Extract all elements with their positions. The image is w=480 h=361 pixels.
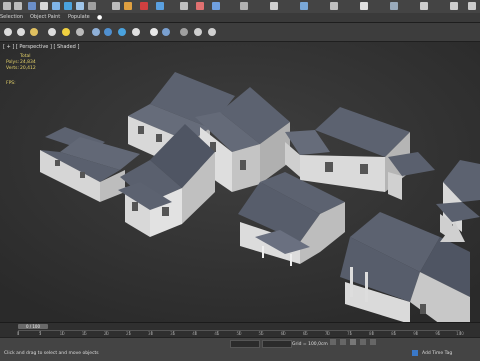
timeline-tick-label: 50 [236, 331, 242, 336]
render-frame-icon[interactable] [300, 2, 308, 10]
main-toolbar [0, 0, 480, 14]
play-icon[interactable] [350, 339, 356, 345]
timeline-tick-label: 85 [391, 331, 397, 336]
graph-editor-icon[interactable] [196, 2, 204, 10]
timeline-tick-label: 45 [214, 331, 220, 336]
timeline-tick-label: 90 [413, 331, 419, 336]
teapot-icon[interactable] [360, 2, 368, 10]
timeline-tick-label: 100 [456, 331, 464, 336]
go-to-start-icon[interactable] [330, 339, 336, 345]
next-frame-icon[interactable] [360, 339, 366, 345]
grid-icon[interactable] [132, 28, 140, 36]
select-object-icon[interactable] [40, 2, 48, 10]
toolbar-icon[interactable] [468, 2, 476, 10]
toolbar-icon[interactable] [450, 2, 458, 10]
fps-label: FPS: [6, 81, 16, 86]
hierarchy-icon[interactable] [30, 28, 38, 36]
time-slider[interactable]: 0 / 100 [18, 324, 48, 329]
render-icon[interactable] [330, 2, 338, 10]
light-icon[interactable] [62, 28, 70, 36]
timeline[interactable]: 0 / 100 0 5 10 15 20 25 30 35 40 45 50 55 60 65 70 75 80… [0, 322, 480, 337]
rotate-icon[interactable] [76, 2, 84, 10]
layer-icon[interactable] [180, 2, 188, 10]
camera-icon[interactable] [76, 28, 84, 36]
align-icon[interactable] [156, 2, 164, 10]
viewport-label[interactable]: [ + ] [ Perspective ] [ Shaded ] [3, 44, 79, 50]
create-icon[interactable] [4, 28, 12, 36]
viewport-option-icon[interactable] [208, 28, 216, 36]
snap-icon[interactable] [112, 2, 120, 10]
redo-icon[interactable] [14, 2, 22, 10]
verts-label: Verts: [6, 66, 19, 71]
ribbon-options-icon[interactable]: ● [97, 13, 102, 22]
render-setup-icon[interactable] [270, 2, 278, 10]
timeline-track[interactable]: 0 5 10 15 20 25 30 35 40 45 50 55 60 65 70 75 80 85 90 95 10… [16, 330, 464, 337]
status-bar: Grid = 100,0cm Click and drag to select … [0, 337, 480, 361]
move-icon[interactable] [64, 2, 72, 10]
timeline-tick-label: 25 [125, 331, 132, 336]
go-to-end-icon[interactable] [370, 339, 376, 345]
viewport-toolbar [0, 23, 480, 42]
timeline-tick-label: 10 [59, 331, 65, 336]
tab-populate[interactable]: Populate [68, 13, 90, 22]
tab-selection[interactable]: Selection [0, 13, 23, 22]
system-icon[interactable] [118, 28, 126, 36]
tab-object-paint[interactable]: Object Paint [30, 13, 60, 22]
select-link-icon[interactable] [28, 2, 36, 10]
material-editor-icon[interactable] [212, 2, 220, 10]
timeline-tick-label: 75 [346, 331, 353, 336]
arnold-icon[interactable] [390, 2, 398, 10]
display-icon[interactable] [150, 28, 158, 36]
timeline-tick-label: 40 [192, 331, 198, 336]
perspective-viewport[interactable]: [ + ] [ Perspective ] [ Shaded ] Total P… [0, 42, 480, 322]
angle-snap-icon[interactable] [124, 2, 132, 10]
verts-value: 20,412 [20, 66, 36, 71]
time-tag-icon[interactable] [412, 350, 418, 356]
timeline-tick-label: 30 [148, 331, 154, 336]
mirror-icon[interactable] [140, 2, 148, 10]
undo-icon[interactable] [3, 2, 11, 10]
y-coordinate-field[interactable] [262, 340, 292, 348]
scene-statistics: Total Polys:24,834 Verts:20,412 [6, 54, 36, 72]
timeline-tick-label: 20 [103, 331, 109, 336]
scene-render [0, 42, 480, 322]
toolbar-icon[interactable] [420, 2, 428, 10]
timeline-tick-label: 65 [302, 331, 308, 336]
utilities-icon[interactable] [162, 28, 170, 36]
timeline-tick-label: 60 [280, 331, 286, 336]
modify-icon[interactable] [17, 28, 25, 36]
previous-frame-icon[interactable] [340, 339, 346, 345]
select-by-name-icon[interactable] [52, 2, 60, 10]
x-coordinate-field[interactable] [230, 340, 260, 348]
add-time-tag[interactable]: Add Time Tag [422, 351, 452, 356]
timeline-tick-label: 15 [81, 331, 87, 336]
timeline-tick-label: 55 [258, 331, 264, 336]
timeline-tick-label: 70 [324, 331, 330, 336]
shape-icon[interactable] [48, 28, 56, 36]
scale-icon[interactable] [88, 2, 96, 10]
timeline-tick-label: 95 [435, 331, 441, 336]
timeline-tick-label: 80 [369, 331, 375, 336]
helper-icon[interactable] [92, 28, 100, 36]
viewport-option-icon[interactable] [194, 28, 202, 36]
timeline-tick-label: 0 [16, 331, 20, 336]
status-message: Click and drag to select and move object… [4, 351, 99, 356]
grid-size: Grid = 100,0cm [292, 342, 328, 347]
viewport-option-icon[interactable] [180, 28, 188, 36]
timeline-tick-label: 5 [38, 331, 42, 336]
ribbon: Selection Object Paint Populate ● [0, 13, 480, 23]
timeline-tick-label: 35 [170, 331, 176, 336]
spacewarp-icon[interactable] [104, 28, 112, 36]
schematic-icon[interactable] [240, 2, 248, 10]
